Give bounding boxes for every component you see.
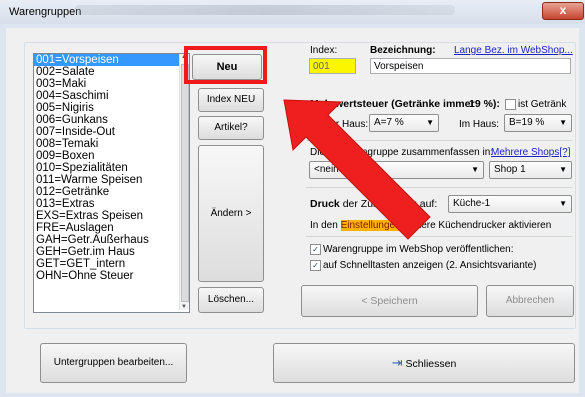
annotation-arrow — [283, 99, 431, 240]
annotation-arrow-shape — [283, 99, 431, 240]
window: Warengruppen x 001=Vorspeisen 002=Salate 0… — [0, 0, 585, 397]
